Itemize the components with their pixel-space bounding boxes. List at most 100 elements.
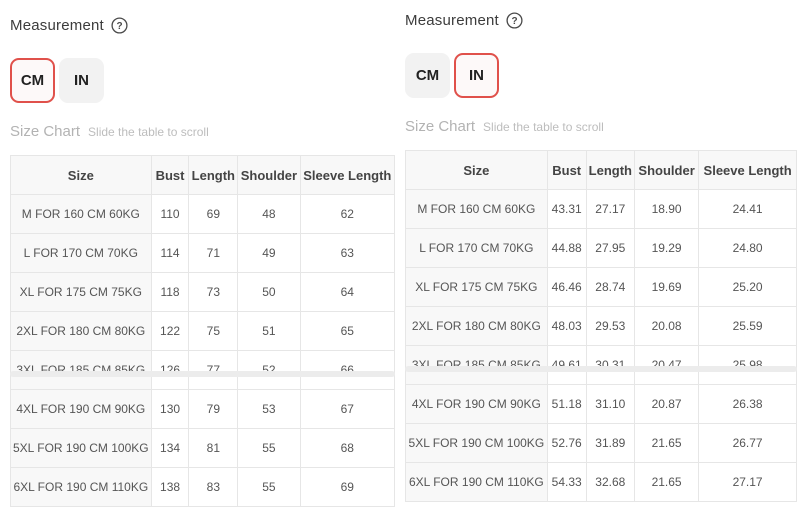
size-chart-caption: Size Chart Slide the table to scroll (10, 123, 209, 141)
column-header-sleeve-length: Sleeve Length (699, 151, 797, 190)
sleeve-length-cell: 25.20 (699, 268, 797, 307)
sleeve-length-cell: 67 (300, 390, 394, 429)
horizontal-scrollbar[interactable] (10, 371, 395, 377)
bust-cell: 54.33 (547, 463, 586, 502)
size-cell: 4XL FOR 190 CM 90KG (11, 390, 152, 429)
bust-cell: 44.88 (547, 229, 586, 268)
bust-cell: 138 (151, 468, 189, 507)
header-row: Size Bust Length Shoulder Sleeve Length (11, 156, 395, 195)
bust-cell: 52.76 (547, 424, 586, 463)
sleeve-length-cell: 25.59 (699, 307, 797, 346)
sleeve-length-cell: 26.38 (699, 385, 797, 424)
table-row: 6XL FOR 190 CM 110KG 54.33 32.68 21.65 2… (406, 463, 797, 502)
length-cell: 30.31 (586, 346, 634, 385)
table-row: 5XL FOR 190 CM 100KG 134 81 55 68 (11, 429, 395, 468)
sleeve-length-cell: 65 (300, 312, 394, 351)
shoulder-cell: 20.08 (634, 307, 698, 346)
shoulder-cell: 21.65 (634, 463, 698, 502)
length-cell: 31.89 (586, 424, 634, 463)
table-row: L FOR 170 CM 70KG 44.88 27.95 19.29 24.8… (406, 229, 797, 268)
in-button[interactable]: IN (59, 58, 104, 103)
length-cell: 27.17 (586, 190, 634, 229)
shoulder-cell: 53 (238, 390, 300, 429)
unit-toggle: CM IN (10, 58, 104, 103)
length-cell: 27.95 (586, 229, 634, 268)
size-cell: 2XL FOR 180 CM 80KG (11, 312, 152, 351)
shoulder-cell: 20.47 (634, 346, 698, 385)
length-cell: 75 (189, 312, 238, 351)
sleeve-length-cell: 66 (300, 351, 394, 390)
sleeve-length-cell: 68 (300, 429, 394, 468)
size-chart-caption: Size ChartSlide the table to scroll (405, 118, 604, 136)
question-mark-icon[interactable]: ? (111, 17, 128, 34)
length-cell: 31.10 (586, 385, 634, 424)
shoulder-cell: 55 (238, 429, 300, 468)
sleeve-length-cell: 24.80 (699, 229, 797, 268)
shoulder-cell: 18.90 (634, 190, 698, 229)
column-header-size: Size (406, 151, 548, 190)
sleeve-length-cell: 64 (300, 273, 394, 312)
bust-cell: 122 (151, 312, 189, 351)
cm-button[interactable]: CM (10, 58, 55, 103)
shoulder-cell: 20.87 (634, 385, 698, 424)
size-chart-table[interactable]: Size Bust Length Shoulder Sleeve Length … (10, 155, 395, 507)
length-cell: 32.68 (586, 463, 634, 502)
size-chart-label: Size Chart (405, 118, 475, 135)
size-chart-table[interactable]: Size Bust Length Shoulder Sleeve Length … (405, 150, 797, 502)
bust-cell: 118 (151, 273, 189, 312)
bust-cell: 46.46 (547, 268, 586, 307)
column-header-size: Size (11, 156, 152, 195)
size-cell: XL FOR 175 CM 75KG (11, 273, 152, 312)
size-cell: L FOR 170 CM 70KG (11, 234, 152, 273)
size-chart-label: Size Chart (10, 123, 80, 140)
bust-cell: 126 (151, 351, 189, 390)
sleeve-length-cell: 25.98 (699, 346, 797, 385)
shoulder-cell: 19.69 (634, 268, 698, 307)
cm-button[interactable]: CM (405, 53, 450, 98)
size-cell: L FOR 170 CM 70KG (406, 229, 548, 268)
size-cell: 3XL FOR 185 CM 85KG (406, 346, 548, 385)
bust-cell: 49.61 (547, 346, 586, 385)
size-cell: 3XL FOR 185 CM 85KG (11, 351, 152, 390)
sleeve-length-cell: 62 (300, 195, 394, 234)
shoulder-cell: 50 (238, 273, 300, 312)
column-header-length: Length (586, 151, 634, 190)
shoulder-cell: 49 (238, 234, 300, 273)
sleeve-length-cell: 26.77 (699, 424, 797, 463)
column-header-shoulder: Shoulder (238, 156, 300, 195)
length-cell: 77 (189, 351, 238, 390)
size-cell: 4XL FOR 190 CM 90KG (406, 385, 548, 424)
sleeve-length-cell: 24.41 (699, 190, 797, 229)
column-header-bust: Bust (151, 156, 189, 195)
shoulder-cell: 52 (238, 351, 300, 390)
table-row: 2XL FOR 180 CM 80KG 122 75 51 65 (11, 312, 395, 351)
bust-cell: 130 (151, 390, 189, 429)
measurement-header: Measurement ? (405, 10, 523, 30)
size-cell: 5XL FOR 190 CM 100KG (406, 424, 548, 463)
size-cell: M FOR 160 CM 60KG (406, 190, 548, 229)
length-cell: 28.74 (586, 268, 634, 307)
table-row: 3XL FOR 185 CM 85KG 126 77 52 66 (11, 351, 395, 390)
table-row: XL FOR 175 CM 75KG 118 73 50 64 (11, 273, 395, 312)
question-mark-icon[interactable]: ? (506, 12, 523, 29)
sleeve-length-cell: 69 (300, 468, 394, 507)
in-button[interactable]: IN (454, 53, 499, 98)
table-row: M FOR 160 CM 60KG 43.31 27.17 18.90 24.4… (406, 190, 797, 229)
length-cell: 79 (189, 390, 238, 429)
column-header-bust: Bust (547, 151, 586, 190)
size-cell: 5XL FOR 190 CM 100KG (11, 429, 152, 468)
size-cell: 6XL FOR 190 CM 110KG (11, 468, 152, 507)
scroll-hint: Slide the table to scroll (88, 125, 209, 139)
header-row: Size Bust Length Shoulder Sleeve Length (406, 151, 797, 190)
table-row: 2XL FOR 180 CM 80KG 48.03 29.53 20.08 25… (406, 307, 797, 346)
panel-title: Measurement (405, 12, 499, 29)
table-row: L FOR 170 CM 70KG 114 71 49 63 (11, 234, 395, 273)
table-row: 4XL FOR 190 CM 90KG 51.18 31.10 20.87 26… (406, 385, 797, 424)
length-cell: 83 (189, 468, 238, 507)
column-header-shoulder: Shoulder (634, 151, 698, 190)
panel-title: Measurement (10, 17, 104, 34)
unit-toggle: CM IN (405, 53, 499, 98)
bust-cell: 51.18 (547, 385, 586, 424)
horizontal-scrollbar[interactable] (405, 366, 797, 372)
shoulder-cell: 19.29 (634, 229, 698, 268)
